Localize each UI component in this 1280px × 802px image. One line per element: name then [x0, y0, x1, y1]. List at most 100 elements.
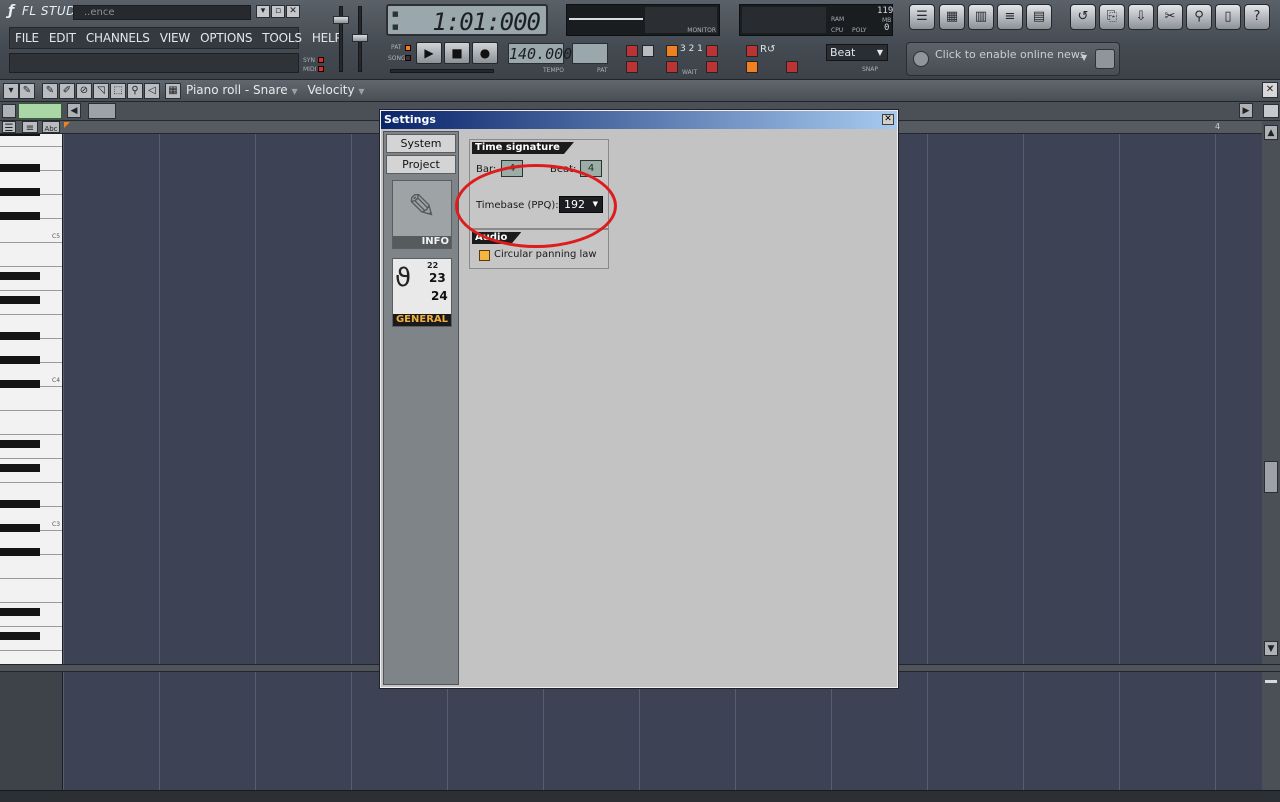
- piano-keyboard[interactable]: C5 C4 C3: [0, 134, 63, 664]
- zoom-window-icon[interactable]: [1263, 104, 1279, 118]
- velocity-event-editor[interactable]: [63, 672, 1262, 790]
- close-button[interactable]: ✕: [286, 5, 300, 18]
- scroll-thumb[interactable]: [88, 103, 116, 119]
- black-key[interactable]: [0, 548, 40, 556]
- piano-roll-icon[interactable]: ▥: [968, 4, 994, 30]
- white-key[interactable]: [0, 242, 62, 243]
- white-key[interactable]: [0, 146, 62, 147]
- menu-tools[interactable]: TOOLS: [257, 31, 307, 45]
- options-menu-icon[interactable]: ▾: [3, 83, 19, 99]
- snap-grid-icon[interactable]: ▦: [165, 83, 181, 99]
- white-key[interactable]: [0, 626, 62, 627]
- minimize-button[interactable]: ▾: [256, 5, 270, 18]
- tab-project[interactable]: Project: [386, 155, 456, 174]
- project-info-icon[interactable]: ▯: [1215, 4, 1241, 30]
- dialog-close-icon[interactable]: ✕: [882, 114, 894, 125]
- save-as-icon[interactable]: ⎘: [1099, 4, 1125, 30]
- time-display[interactable]: ■ ■ 1:01:000: [386, 4, 548, 36]
- undo-icon[interactable]: ↺: [1070, 4, 1096, 30]
- multilink-button[interactable]: [746, 61, 758, 73]
- playlist-icon[interactable]: ☰: [909, 4, 935, 30]
- position-slider[interactable]: [390, 69, 494, 73]
- help-icon[interactable]: ?: [1244, 4, 1270, 30]
- mute-tool-icon[interactable]: ◹: [93, 83, 109, 99]
- tools-icon[interactable]: ✎: [19, 83, 35, 99]
- general-tile[interactable]: ϑ 22 23 24 GENERAL: [392, 258, 452, 327]
- playback-tool-icon[interactable]: ◁: [144, 83, 160, 99]
- white-key[interactable]: [0, 314, 62, 315]
- collapse-icon[interactable]: [1265, 680, 1277, 683]
- dialog-titlebar[interactable]: Settings: [381, 111, 897, 129]
- black-key[interactable]: [0, 632, 40, 640]
- white-key[interactable]: [0, 482, 62, 483]
- black-key[interactable]: [0, 212, 40, 220]
- scroll-right-icon[interactable]: ▶: [1239, 103, 1253, 118]
- song-mode-led-icon[interactable]: [405, 55, 411, 61]
- white-key[interactable]: [0, 290, 62, 291]
- settings-tools-icon[interactable]: ✂: [1157, 4, 1183, 30]
- vertical-scroll-thumb[interactable]: [1264, 461, 1278, 493]
- black-key[interactable]: [0, 524, 40, 532]
- snap-dropdown[interactable]: Beat ▼: [826, 44, 888, 61]
- paint-tool-icon[interactable]: ✐: [59, 83, 75, 99]
- black-key[interactable]: [0, 134, 40, 136]
- list-view-icon[interactable]: ☰: [2, 121, 16, 134]
- white-key[interactable]: [0, 458, 62, 459]
- black-key[interactable]: [0, 188, 40, 196]
- tempo-display[interactable]: 140.000: [508, 43, 572, 64]
- note-names-icon[interactable]: Abc: [42, 121, 60, 133]
- circular-panning-checkbox[interactable]: [479, 250, 490, 261]
- note-list-icon[interactable]: ≡: [22, 121, 38, 134]
- auto-scroll-button[interactable]: [706, 61, 718, 73]
- search-icon[interactable]: ⚲: [1186, 4, 1212, 30]
- zoom-bar[interactable]: [18, 103, 62, 119]
- menu-options[interactable]: OPTIONS: [195, 31, 257, 45]
- white-key[interactable]: [0, 602, 62, 603]
- play-button[interactable]: ▶: [416, 42, 442, 64]
- zoom-tool-icon[interactable]: ⚲: [127, 83, 143, 99]
- black-key[interactable]: [0, 464, 40, 472]
- scroll-left-icon[interactable]: ◀: [67, 103, 81, 118]
- pat-mode-led-icon[interactable]: [405, 45, 411, 51]
- step-sequencer-icon[interactable]: ▦: [939, 4, 965, 30]
- white-key[interactable]: [0, 434, 62, 435]
- wait-input-button[interactable]: [666, 61, 678, 73]
- white-key[interactable]: [0, 578, 62, 579]
- song-name-field[interactable]: ..ence: [73, 5, 251, 20]
- vertical-scrollbar[interactable]: ▲ ▼: [1262, 121, 1280, 664]
- scroll-up-icon[interactable]: ▲: [1264, 125, 1278, 140]
- black-key[interactable]: [0, 164, 40, 172]
- select-tool-icon[interactable]: ⬚: [110, 83, 126, 99]
- black-key[interactable]: [0, 500, 40, 508]
- tab-system[interactable]: System: [386, 134, 456, 153]
- pattern-display[interactable]: [572, 43, 608, 64]
- stop-button[interactable]: ■: [444, 42, 470, 64]
- mixer-icon[interactable]: ▤: [1026, 4, 1052, 30]
- news-user-icon[interactable]: [1095, 49, 1115, 69]
- scroll-down-icon[interactable]: ▼: [1264, 641, 1278, 656]
- white-key[interactable]: [0, 266, 62, 267]
- white-key[interactable]: [0, 410, 62, 411]
- delete-tool-icon[interactable]: ⊘: [76, 83, 92, 99]
- draw-tool-icon[interactable]: ✎: [42, 83, 58, 99]
- master-pitch-knob[interactable]: [352, 34, 368, 42]
- corner-handle-icon[interactable]: [2, 104, 16, 118]
- keyboard-typing-button[interactable]: [642, 45, 654, 57]
- master-volume-knob[interactable]: [333, 16, 349, 24]
- maximize-button[interactable]: ▫: [271, 5, 285, 18]
- blend-notes-button[interactable]: [626, 61, 638, 73]
- metronome-button[interactable]: [626, 45, 638, 57]
- black-key[interactable]: [0, 440, 40, 448]
- menu-file[interactable]: FILE: [10, 31, 44, 45]
- black-key[interactable]: [0, 296, 40, 304]
- black-key[interactable]: [0, 272, 40, 280]
- black-key[interactable]: [0, 608, 40, 616]
- browser-icon[interactable]: ≡: [997, 4, 1023, 30]
- piano-roll-title[interactable]: Piano roll - Snare ▼ Velocity ▼: [186, 83, 365, 97]
- online-news-panel[interactable]: Click to enable online news ▼: [906, 42, 1120, 76]
- menu-edit[interactable]: EDIT: [44, 31, 81, 45]
- info-tile[interactable]: ✎ INFO: [392, 180, 452, 249]
- menu-channels[interactable]: CHANNELS: [81, 31, 155, 45]
- record-button[interactable]: ●: [472, 42, 498, 64]
- black-key[interactable]: [0, 380, 40, 388]
